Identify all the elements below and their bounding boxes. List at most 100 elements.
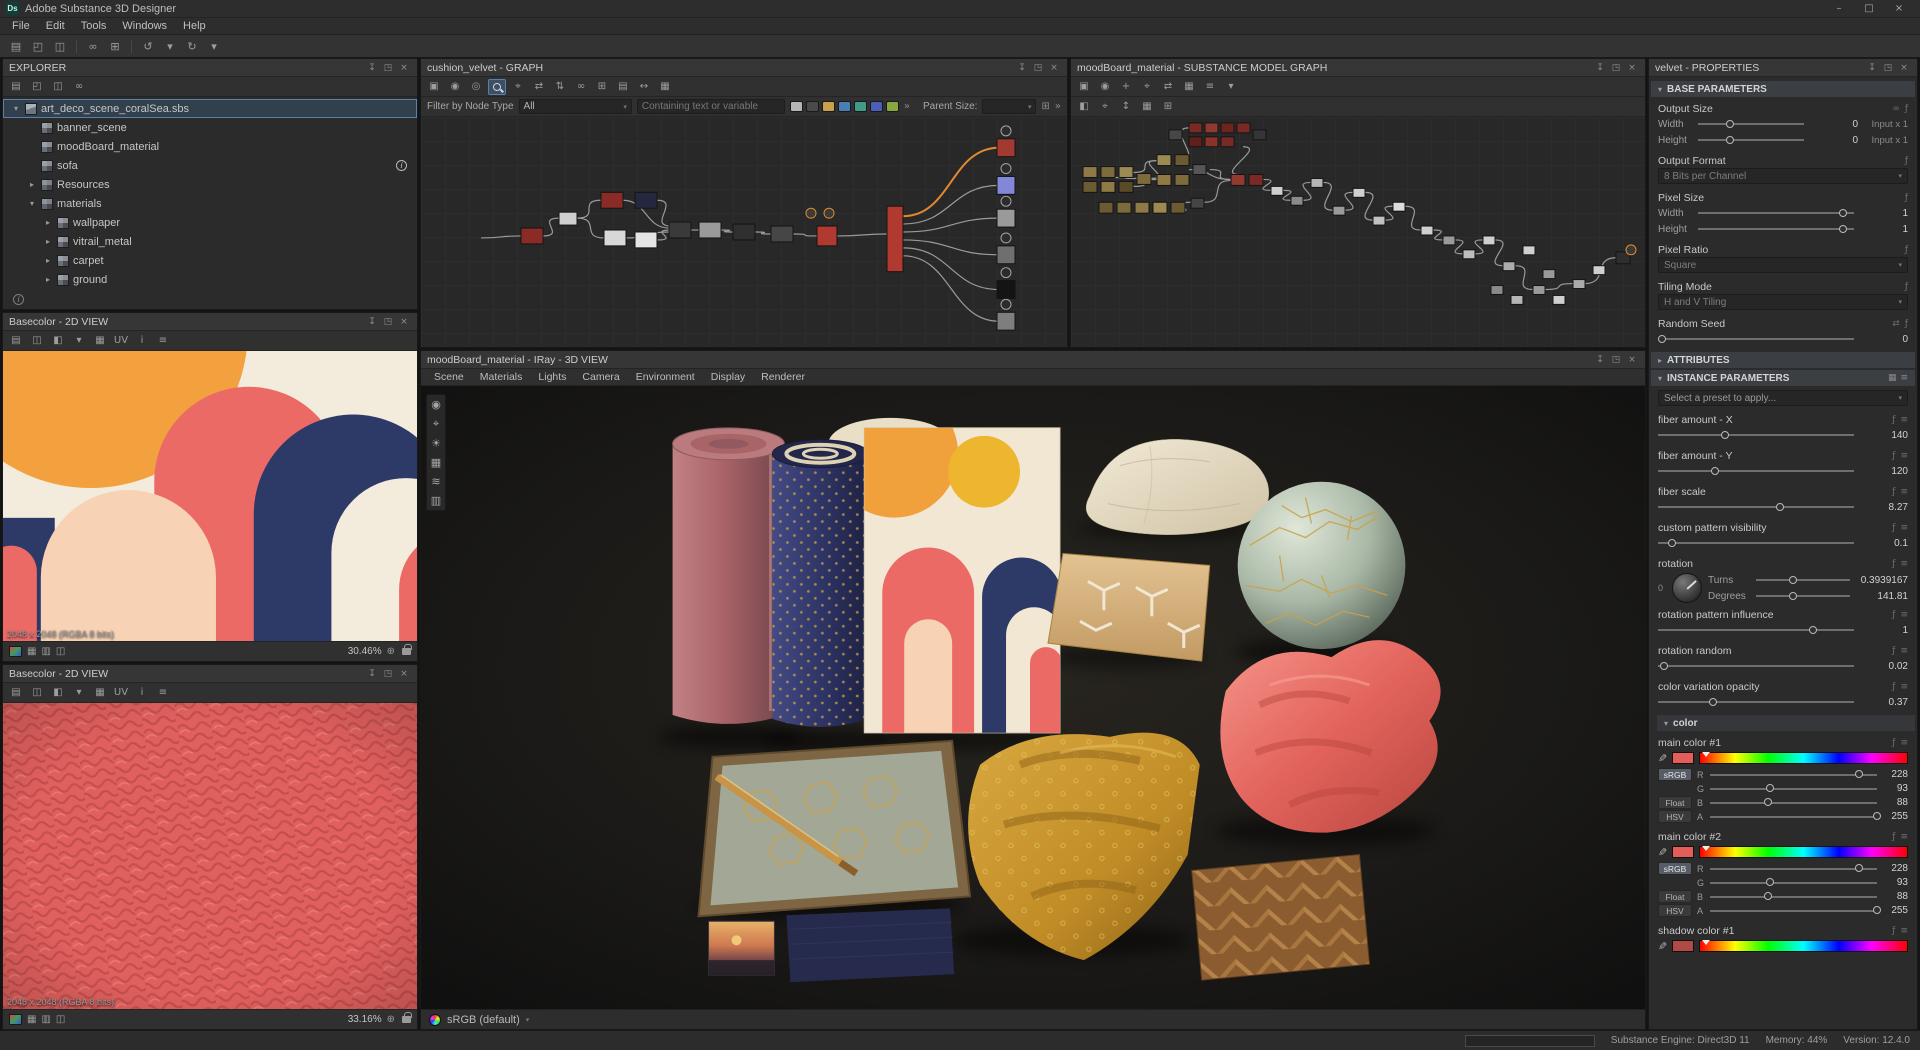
save-icon[interactable]: ◫ bbox=[50, 37, 70, 55]
lock-icon[interactable] bbox=[402, 648, 411, 655]
output-format-dropdown[interactable]: 8 Bits per Channel ▾ bbox=[1658, 168, 1908, 184]
graph-node[interactable] bbox=[1311, 178, 1323, 187]
dropdown-icon[interactable]: ▾ bbox=[1222, 79, 1240, 95]
slider-handle[interactable] bbox=[1726, 136, 1734, 144]
target-icon[interactable]: ⌖ bbox=[433, 417, 439, 431]
filter-chip[interactable] bbox=[806, 101, 819, 112]
dock-icon[interactable]: ↧ bbox=[1593, 355, 1607, 365]
graph-node[interactable] bbox=[1553, 295, 1565, 304]
close-icon[interactable]: × bbox=[1047, 63, 1061, 73]
graph-node[interactable] bbox=[1573, 280, 1585, 289]
more-filters-icon[interactable]: » bbox=[904, 101, 910, 112]
channel-slider[interactable] bbox=[1710, 810, 1877, 824]
chevron-icon[interactable]: ▸ bbox=[43, 256, 53, 265]
menu-file[interactable]: File bbox=[4, 20, 38, 32]
float-icon[interactable]: ◳ bbox=[1609, 355, 1623, 365]
swap-icon[interactable]: ⇄ bbox=[530, 79, 548, 95]
graph-search-field[interactable] bbox=[637, 99, 785, 114]
grid-icon[interactable]: ▥ bbox=[41, 1014, 50, 1025]
function-icon[interactable]: ƒ bbox=[1892, 451, 1895, 461]
save-all-icon[interactable]: ◫ bbox=[49, 79, 67, 95]
slider-handle[interactable] bbox=[1855, 770, 1863, 778]
search-icon[interactable] bbox=[488, 79, 506, 95]
graph-node[interactable] bbox=[1463, 250, 1475, 259]
float-icon[interactable]: ◳ bbox=[1031, 63, 1045, 73]
graph-node[interactable] bbox=[1221, 123, 1234, 133]
menu-icon[interactable]: ≡ bbox=[1900, 487, 1908, 497]
menu-icon[interactable]: ≡ bbox=[1900, 451, 1908, 461]
frame-all-icon[interactable]: ▣ bbox=[425, 79, 443, 95]
filter-chip[interactable] bbox=[870, 101, 883, 112]
channel-slider[interactable] bbox=[1710, 796, 1877, 810]
center-icon[interactable]: ⌖ bbox=[1096, 99, 1114, 115]
color-subsection[interactable]: ▾ color bbox=[1657, 715, 1915, 731]
info-icon[interactable]: i bbox=[133, 333, 151, 349]
chevron-icon[interactable]: ▾ bbox=[27, 199, 37, 208]
graph-node[interactable] bbox=[1083, 181, 1097, 192]
zoom-reset-icon[interactable]: ⊕ bbox=[387, 646, 395, 657]
export-image-icon[interactable]: ▤ bbox=[7, 685, 25, 701]
node-badge-icon[interactable] bbox=[824, 208, 834, 218]
pixel-height-slider[interactable] bbox=[1698, 222, 1854, 236]
node-badge-icon[interactable] bbox=[806, 208, 816, 218]
export-image-icon[interactable]: ▤ bbox=[7, 333, 25, 349]
pixel-ratio-dropdown[interactable]: Square ▾ bbox=[1658, 257, 1908, 273]
tree-item-moodBoard_material[interactable]: moodBoard_material bbox=[3, 137, 417, 156]
tree-item-carpet[interactable]: ▸carpet bbox=[3, 251, 417, 270]
float-icon[interactable]: ◳ bbox=[381, 317, 395, 327]
parameter-slider[interactable] bbox=[1658, 536, 1854, 550]
graph-node[interactable] bbox=[1153, 202, 1167, 213]
channel-slider[interactable] bbox=[1710, 782, 1877, 796]
parameter-slider[interactable] bbox=[1658, 659, 1854, 673]
select-icon[interactable]: ⌖ bbox=[509, 79, 527, 95]
slider-handle[interactable] bbox=[1873, 812, 1881, 820]
function-icon[interactable]: ƒ bbox=[1892, 646, 1895, 656]
slider-handle[interactable] bbox=[1789, 576, 1797, 584]
eyedropper-icon[interactable]: ✎ bbox=[1658, 940, 1667, 953]
slider-handle[interactable] bbox=[1873, 906, 1881, 914]
camera-icon[interactable]: ◉ bbox=[431, 398, 441, 411]
close-icon[interactable]: × bbox=[1897, 63, 1911, 73]
3d-menu-renderer[interactable]: Renderer bbox=[754, 371, 812, 383]
3d-menu-materials[interactable]: Materials bbox=[473, 371, 530, 383]
function-icon[interactable]: ƒ bbox=[1905, 104, 1908, 114]
link-icon[interactable]: ∞ bbox=[572, 79, 590, 95]
open-package-icon[interactable]: ◰ bbox=[28, 79, 46, 95]
graph-node[interactable] bbox=[1083, 167, 1097, 178]
grid-icon[interactable]: ▦ bbox=[1138, 99, 1156, 115]
graph-node[interactable] bbox=[521, 228, 543, 244]
menu-icon[interactable]: ≡ bbox=[1900, 415, 1908, 425]
float-icon[interactable]: ◳ bbox=[1609, 63, 1623, 73]
dock-icon[interactable]: ↧ bbox=[365, 317, 379, 327]
2d-view-top-canvas[interactable]: 2048 x 2048 (RGBA 8 bits) bbox=[3, 351, 417, 641]
output-node[interactable] bbox=[997, 312, 1015, 330]
filter-chip[interactable] bbox=[838, 101, 851, 112]
3d-menu-scene[interactable]: Scene bbox=[427, 371, 471, 383]
close-icon[interactable]: × bbox=[1625, 355, 1639, 365]
graph-canvas[interactable] bbox=[421, 117, 1067, 347]
menu-icon[interactable]: ≡ bbox=[1900, 832, 1908, 842]
minimize-button[interactable]: – bbox=[1824, 3, 1854, 14]
slider-handle[interactable] bbox=[1660, 662, 1668, 670]
preset-dropdown[interactable]: Select a preset to apply... ▾ bbox=[1658, 390, 1908, 406]
close-icon[interactable]: × bbox=[1625, 63, 1639, 73]
graph-node[interactable] bbox=[771, 226, 793, 242]
menu-windows[interactable]: Windows bbox=[114, 20, 175, 32]
grid-icon[interactable]: ▦ bbox=[1180, 79, 1198, 95]
graph-node[interactable] bbox=[601, 192, 623, 208]
slider-handle[interactable] bbox=[1839, 225, 1847, 233]
graph-node[interactable] bbox=[1119, 167, 1133, 178]
dock-icon[interactable]: ↧ bbox=[1593, 63, 1607, 73]
channels-icon[interactable]: ◧ bbox=[49, 685, 67, 701]
select-icon[interactable]: ⌖ bbox=[1138, 79, 1156, 95]
hue-handle[interactable] bbox=[1702, 940, 1710, 945]
close-icon[interactable]: × bbox=[397, 317, 411, 327]
redo-menu-icon[interactable]: ▾ bbox=[204, 37, 224, 55]
eyedropper-icon[interactable]: ✎ bbox=[1658, 846, 1667, 859]
link-resource-icon[interactable]: ∞ bbox=[70, 79, 88, 95]
slider-handle[interactable] bbox=[1789, 592, 1797, 600]
frame-all-icon[interactable]: ▣ bbox=[1075, 79, 1093, 95]
chevron-icon[interactable]: ▸ bbox=[43, 218, 53, 227]
function-icon[interactable]: ƒ bbox=[1892, 559, 1895, 569]
new-package-icon[interactable]: ▤ bbox=[7, 79, 25, 95]
